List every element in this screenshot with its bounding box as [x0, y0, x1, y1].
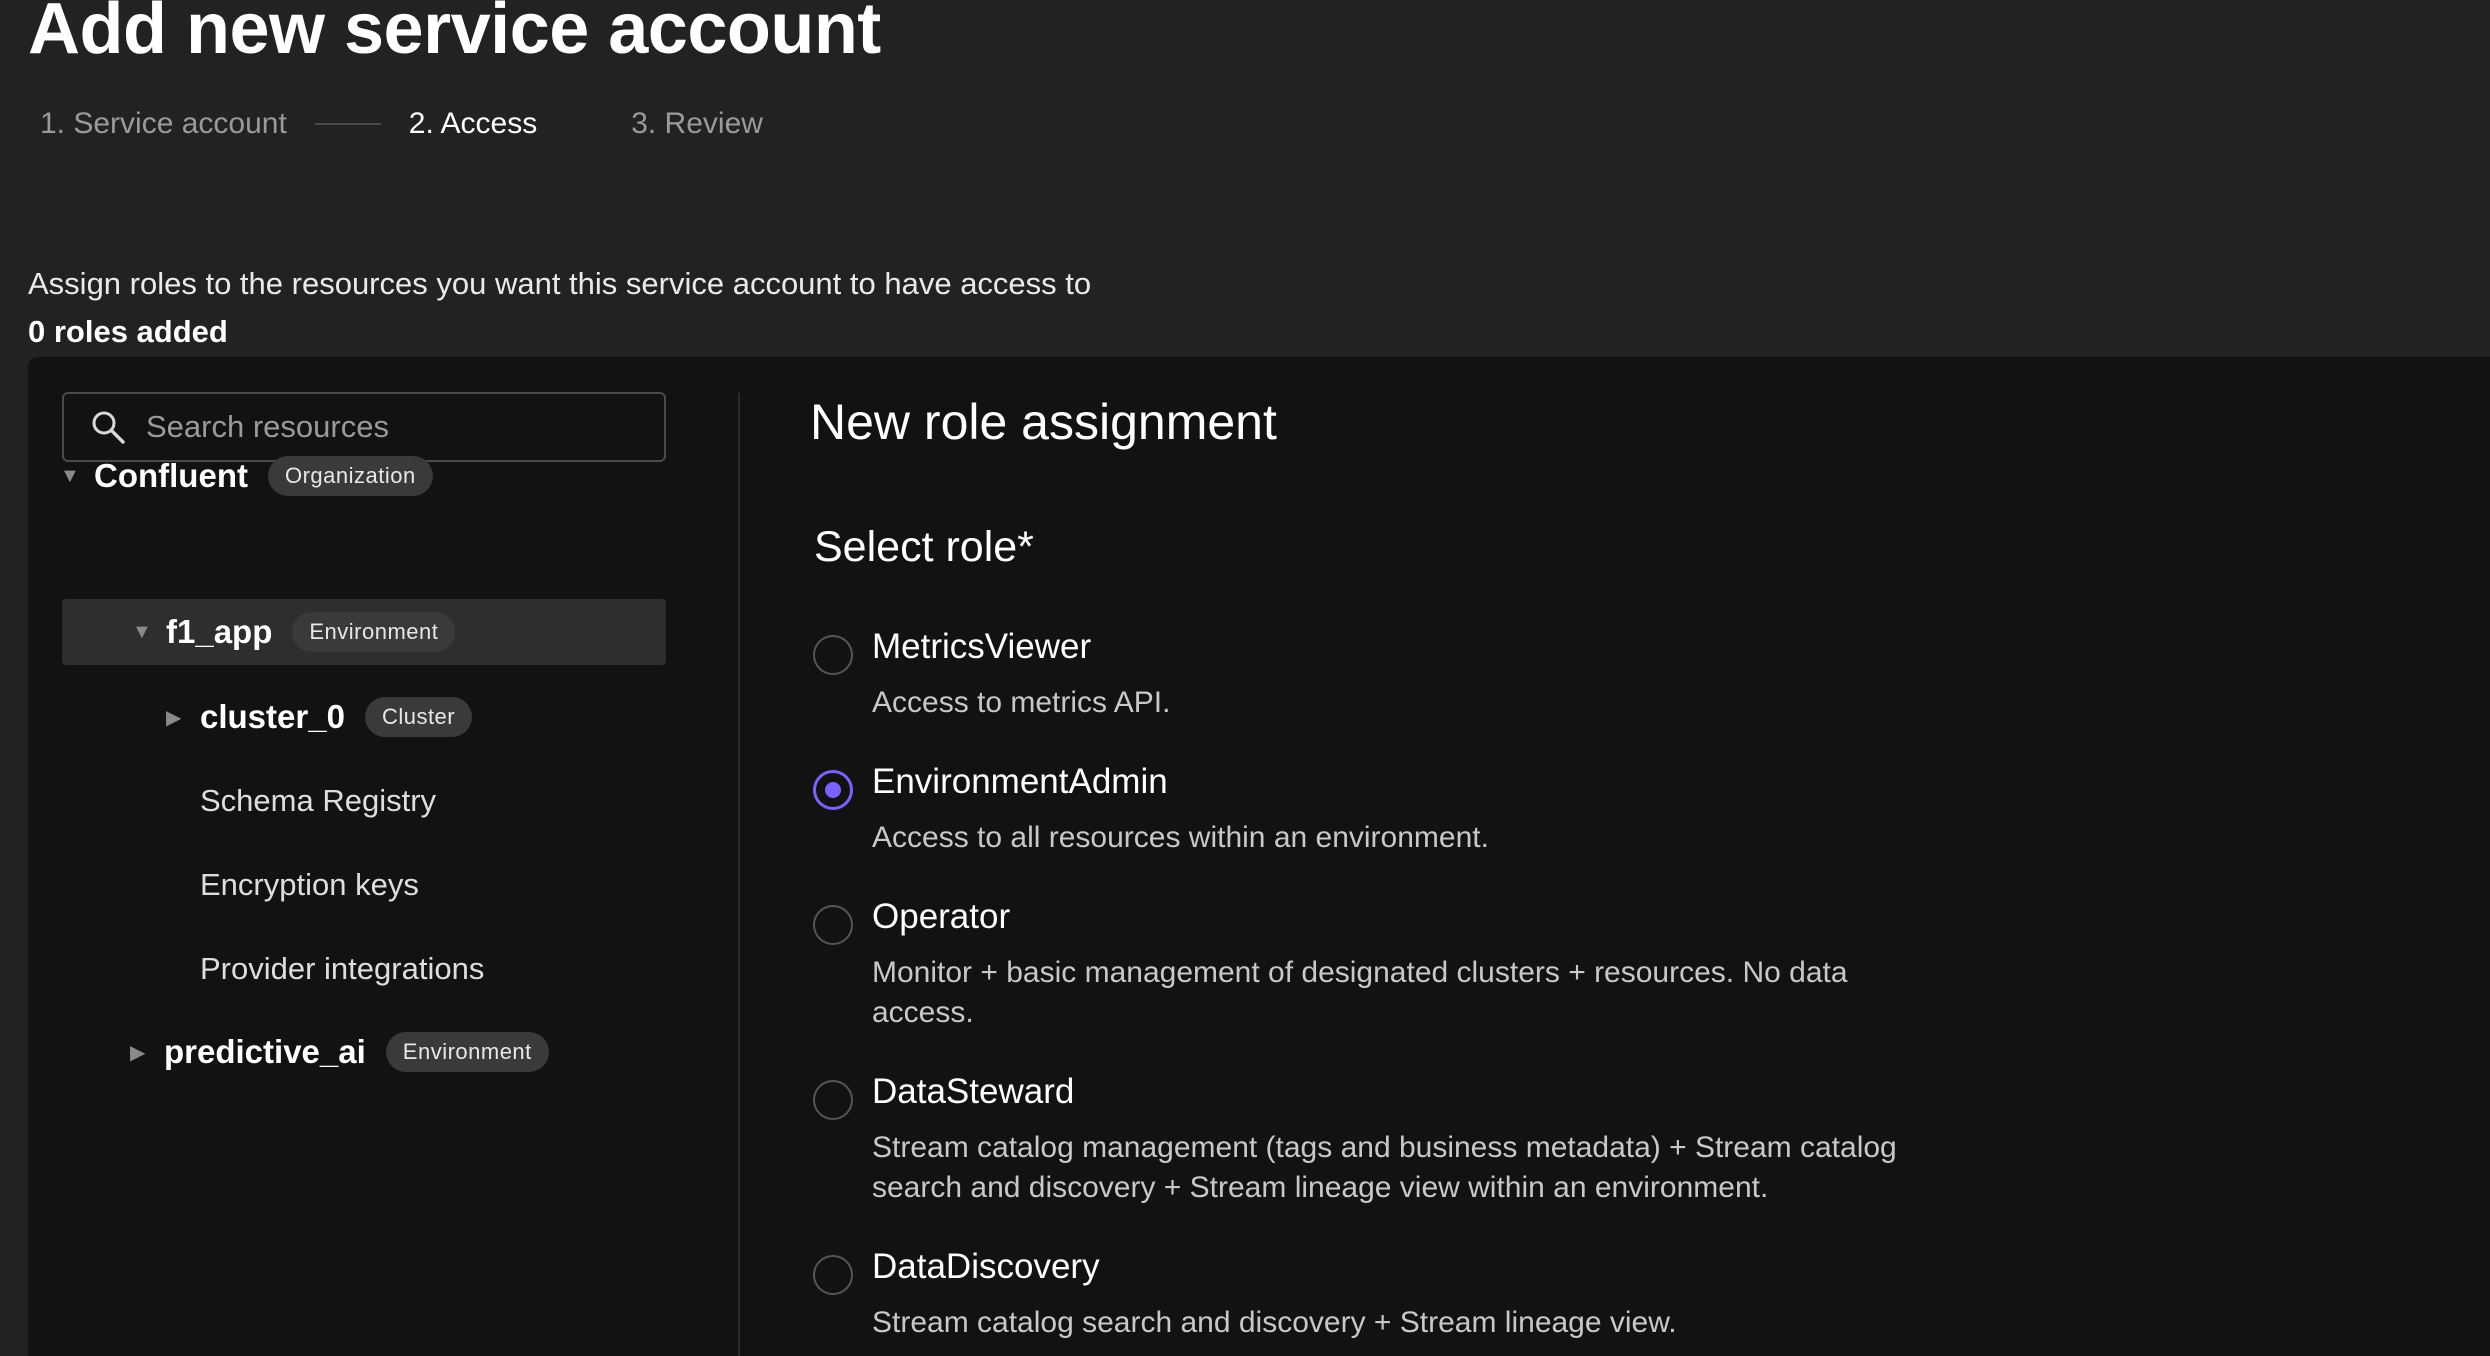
search-icon [92, 411, 125, 444]
type-badge: Organization [267, 456, 433, 496]
step-review[interactable]: 3. Review [631, 107, 763, 141]
tree-item-f1-app[interactable]: ▼ f1_app Environment [62, 599, 666, 665]
type-badge: Environment [292, 612, 456, 652]
role-description: Monitor + basic management of designated… [872, 956, 1848, 1029]
role-name: DataSteward [872, 1072, 1075, 1111]
tree-item-cluster-0[interactable]: ▶ cluster_0 Cluster [166, 685, 473, 749]
radio-button[interactable] [813, 1255, 853, 1295]
tree-item-label: Provider integrations [200, 951, 485, 986]
type-badge: Environment [385, 1032, 549, 1072]
step-access[interactable]: 2. Access [409, 107, 537, 141]
page-title: Add new service account [28, 0, 881, 69]
role-name: Operator [872, 897, 1011, 936]
radio-button[interactable] [813, 905, 853, 945]
stepper: 1. Service account 2. Access 3. Review [40, 104, 763, 144]
intro-text: Assign roles to the resources you want t… [28, 266, 1092, 301]
radio-button-selected[interactable] [813, 770, 853, 810]
tree-item-provider-integrations[interactable]: Provider integrations [200, 937, 484, 1001]
tree-item-label: Encryption keys [200, 867, 419, 902]
tree-item-predictive-ai[interactable]: ▶ predictive_ai Environment [130, 1020, 549, 1084]
select-role-label: Select role* [814, 523, 1034, 571]
tree-item-confluent[interactable]: ▼ Confluent Organization [60, 444, 433, 508]
role-assignment-heading: New role assignment [810, 394, 1277, 450]
radio-button[interactable] [813, 635, 853, 675]
role-description: Stream catalog management (tags and busi… [872, 1131, 1897, 1204]
role-description: Access to all resources within an enviro… [872, 821, 1489, 854]
role-description: Access to metrics API. [872, 686, 1171, 719]
roles-added-count: 0 roles added [28, 314, 228, 349]
caret-right-icon[interactable]: ▶ [166, 705, 190, 730]
panel-divider [738, 393, 740, 1356]
tree-item-label: Schema Registry [200, 783, 437, 818]
step-service-account[interactable]: 1. Service account [40, 107, 287, 141]
radio-button[interactable] [813, 1080, 853, 1120]
tree-item-label: cluster_0 [200, 698, 345, 735]
role-name: MetricsViewer [872, 627, 1092, 666]
caret-down-icon[interactable]: ▼ [60, 465, 84, 488]
type-badge: Cluster [364, 697, 473, 737]
tree-item-label: Confluent [94, 457, 248, 494]
caret-down-icon[interactable]: ▼ [132, 621, 156, 644]
tree-item-label: f1_app [166, 613, 273, 650]
tree-item-schema-registry[interactable]: Schema Registry [200, 769, 436, 833]
caret-right-icon[interactable]: ▶ [130, 1040, 154, 1065]
access-panel: ▼ Confluent Organization ▼ f1_app Enviro… [28, 357, 2490, 1356]
role-name: EnvironmentAdmin [872, 762, 1168, 801]
step-connector [314, 123, 381, 125]
role-name: DataDiscovery [872, 1247, 1100, 1286]
tree-item-encryption-keys[interactable]: Encryption keys [200, 853, 419, 917]
page: Add new service account 1. Service accou… [0, 0, 2490, 1356]
tree-item-label: predictive_ai [164, 1033, 366, 1070]
role-description: Stream catalog search and discovery + St… [872, 1306, 1677, 1339]
search-input[interactable] [146, 409, 616, 445]
